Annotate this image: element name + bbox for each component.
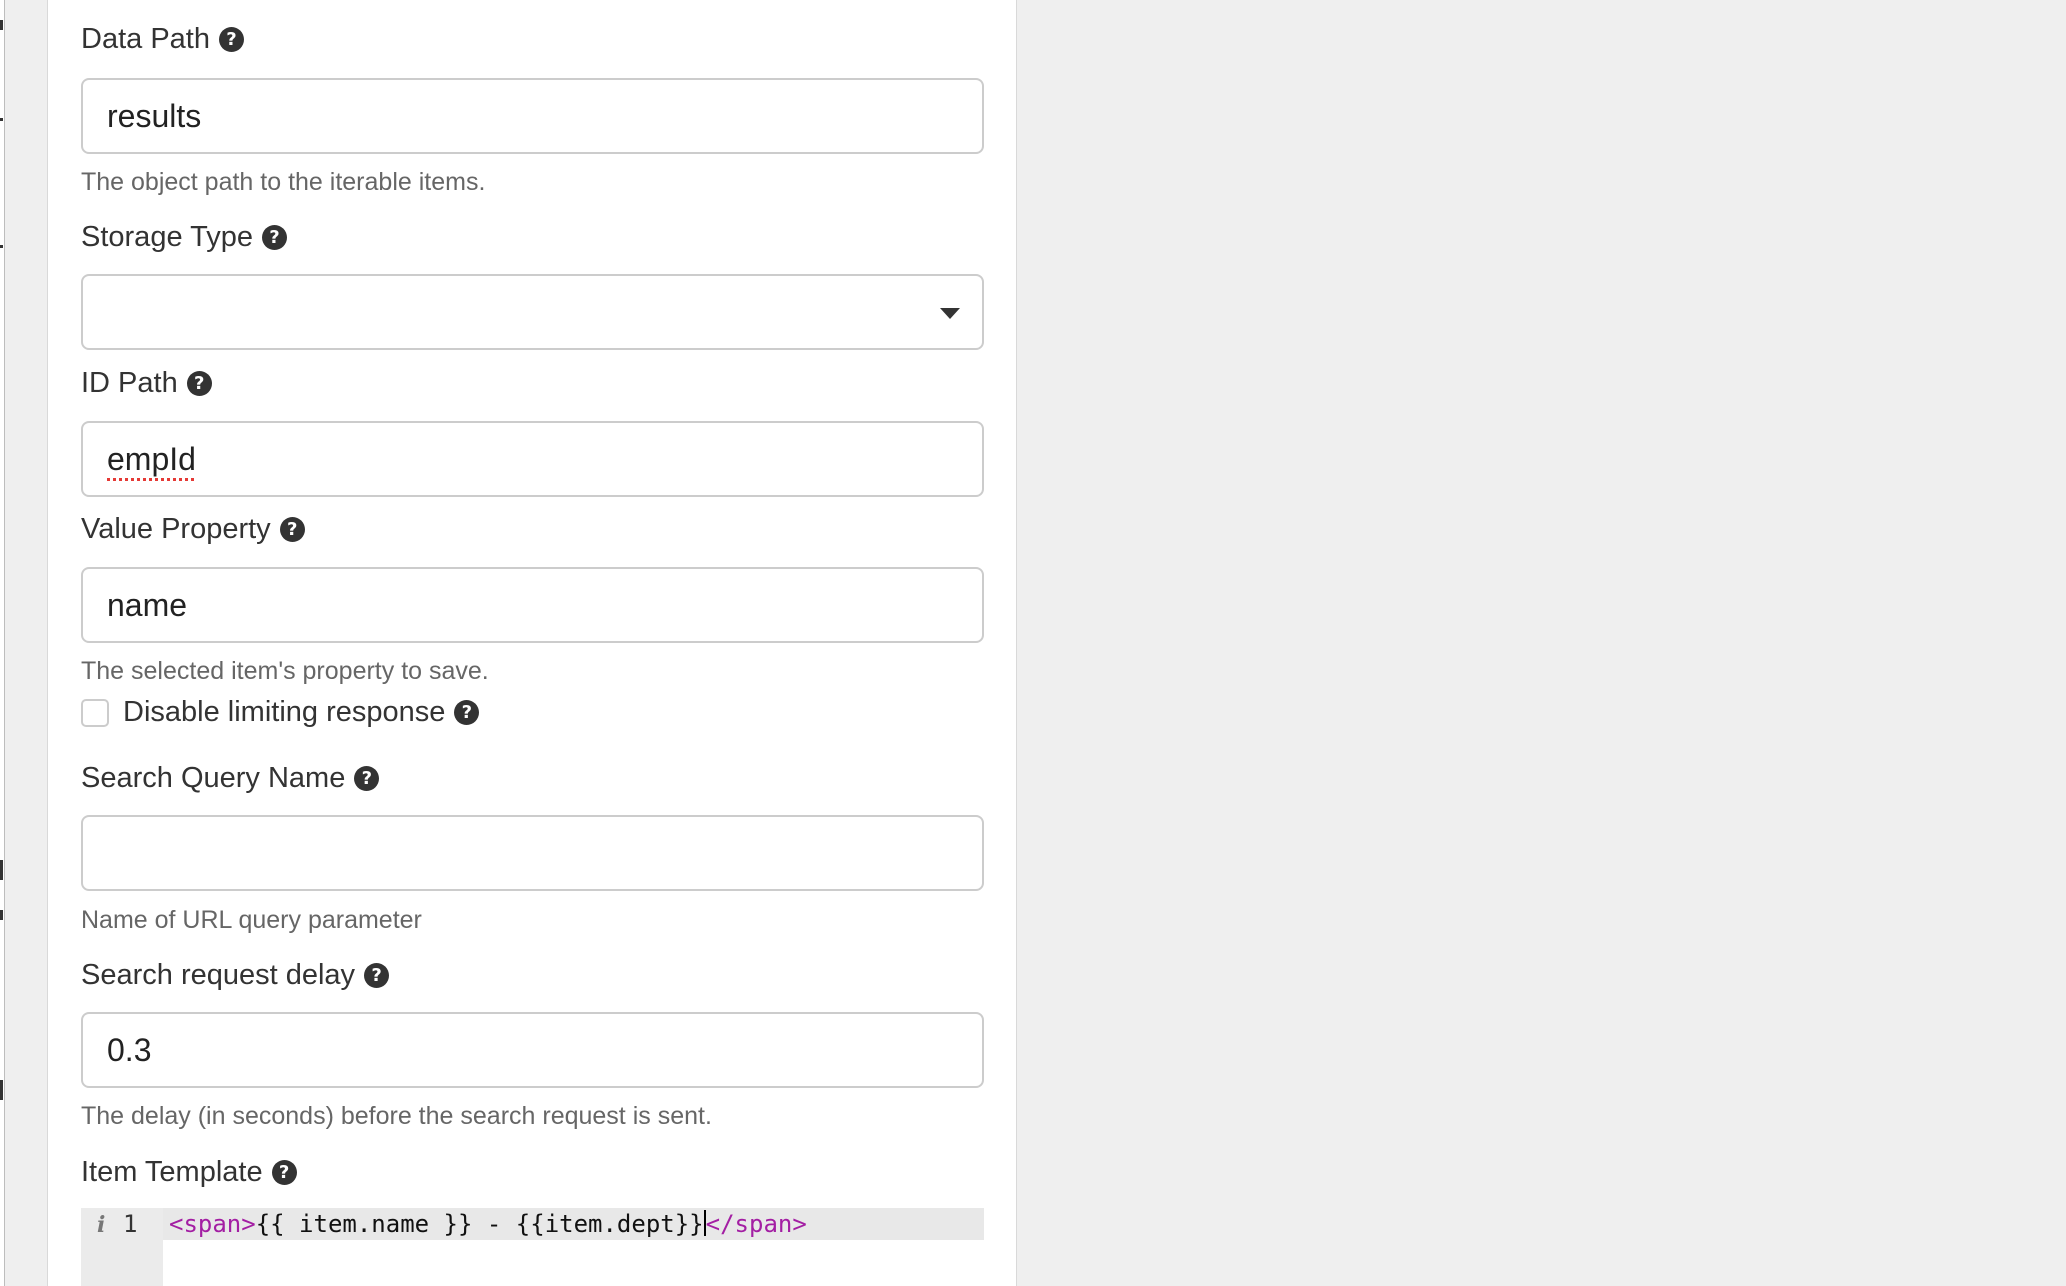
search-request-delay-hint: The delay (in seconds) before the search… xyxy=(81,1102,712,1130)
search-request-delay-value: 0.3 xyxy=(107,1031,152,1068)
id-path-label-text: ID Path xyxy=(81,367,178,399)
chevron-down-icon xyxy=(940,308,960,319)
help-icon[interactable]: ? xyxy=(218,27,244,52)
value-property-input[interactable]: name xyxy=(81,567,984,643)
code-gutter: i 1 xyxy=(81,1208,163,1286)
gap-strip xyxy=(6,0,47,1286)
left-edge-panel xyxy=(0,0,5,1286)
search-query-name-input[interactable] xyxy=(81,815,984,891)
code-open-tag: <span> xyxy=(169,1210,256,1238)
storage-type-label: Storage Type ? xyxy=(81,223,287,252)
search-request-delay-label-text: Search request delay xyxy=(81,959,356,991)
edge-mark xyxy=(0,860,3,880)
id-path-input[interactable]: empId xyxy=(81,421,984,497)
item-template-label-text: Item Template xyxy=(81,1156,263,1188)
settings-form-panel: Data Path ? results The object path to t… xyxy=(47,0,1017,1286)
edge-mark xyxy=(0,1080,3,1100)
storage-type-select[interactable] xyxy=(81,274,984,350)
value-property-value: name xyxy=(107,586,188,623)
info-icon: i xyxy=(97,1212,106,1238)
data-path-label: Data Path ? xyxy=(81,25,244,54)
value-property-label-text: Value Property xyxy=(81,513,271,545)
code-body: {{ item.name }} - {{item.dept}} xyxy=(255,1210,704,1238)
search-request-delay-input[interactable]: 0.3 xyxy=(81,1012,984,1088)
edge-mark xyxy=(0,245,3,248)
line-number: 1 xyxy=(123,1210,138,1238)
search-query-name-hint: Name of URL query parameter xyxy=(81,906,422,934)
code-line[interactable]: <span>{{ item.name }} - {{item.dept}}</s… xyxy=(169,1210,807,1238)
item-template-code-editor[interactable]: i 1 <span>{{ item.name }} - {{item.dept}… xyxy=(81,1208,984,1286)
search-request-delay-label: Search request delay ? xyxy=(81,959,390,991)
storage-type-label-text: Storage Type xyxy=(81,221,253,253)
help-icon[interactable]: ? xyxy=(186,371,212,396)
edge-mark xyxy=(0,20,3,30)
help-icon[interactable]: ? xyxy=(261,225,287,250)
id-path-label: ID Path ? xyxy=(81,369,212,398)
disable-limiting-label[interactable]: Disable limiting response ? xyxy=(123,696,480,728)
data-path-hint: The object path to the iterable items. xyxy=(81,168,486,196)
value-property-label: Value Property ? xyxy=(81,515,305,544)
help-icon[interactable]: ? xyxy=(279,517,305,542)
search-query-name-label: Search Query Name ? xyxy=(81,762,380,794)
id-path-value: empId xyxy=(107,440,196,477)
data-path-input[interactable]: results xyxy=(81,78,984,154)
code-close-tag: </span> xyxy=(705,1210,807,1238)
disable-limiting-checkbox[interactable] xyxy=(81,699,109,727)
help-icon[interactable]: ? xyxy=(354,766,380,791)
edge-mark xyxy=(0,118,3,121)
search-query-name-label-text: Search Query Name xyxy=(81,762,346,794)
edge-mark xyxy=(0,910,3,920)
disable-limiting-label-text: Disable limiting response xyxy=(123,696,446,728)
data-path-label-text: Data Path xyxy=(81,23,210,55)
help-icon[interactable]: ? xyxy=(364,963,390,988)
help-icon[interactable]: ? xyxy=(271,1160,297,1185)
item-template-label: Item Template ? xyxy=(81,1158,297,1187)
data-path-value: results xyxy=(107,97,202,134)
value-property-hint: The selected item's property to save. xyxy=(81,657,489,685)
help-icon[interactable]: ? xyxy=(454,700,480,725)
